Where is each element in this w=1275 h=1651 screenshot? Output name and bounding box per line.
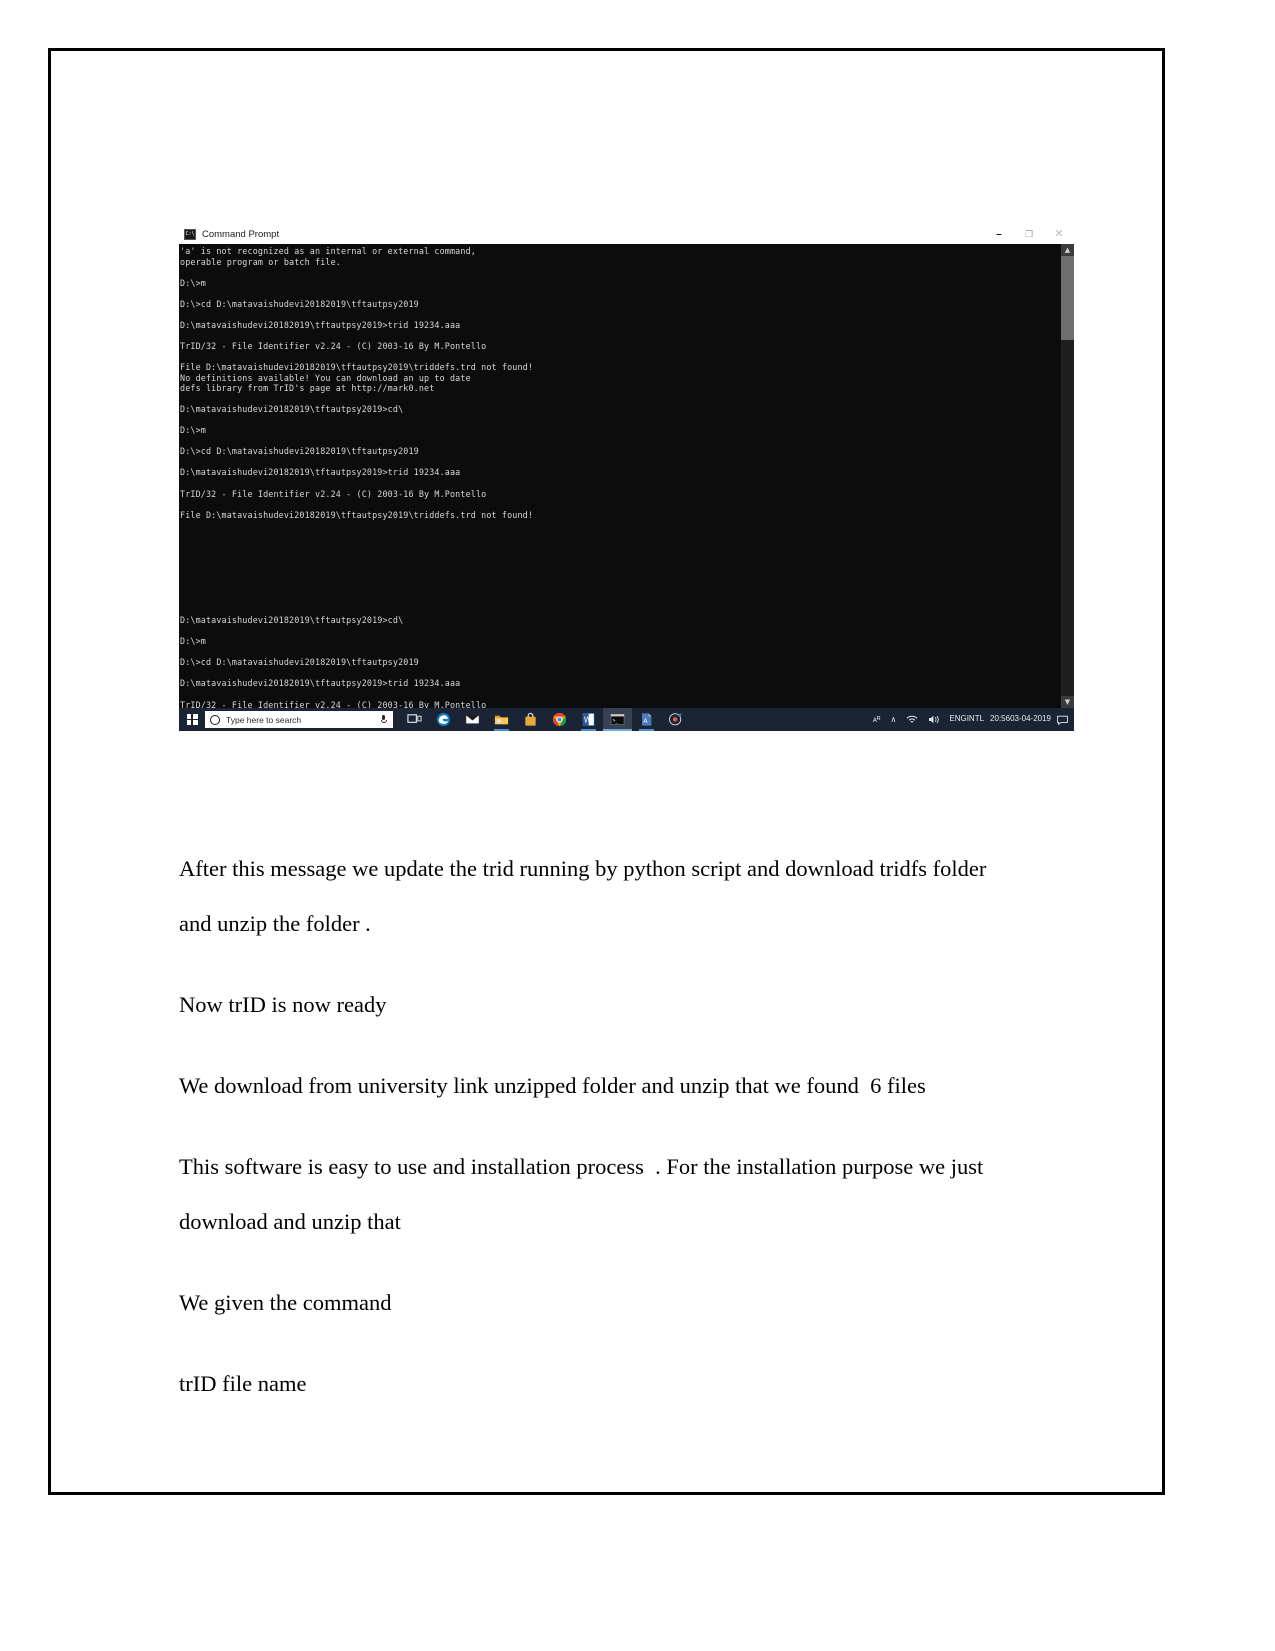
paragraph: Now trID is now ready — [179, 992, 387, 1017]
window-controls: – ❐ ✕ — [984, 225, 1074, 244]
taskbar-item-adobe-reader[interactable]: A — [632, 708, 661, 731]
microsoft-edge-icon — [436, 712, 451, 727]
taskbar-apps: W >_ A — [400, 708, 690, 731]
paragraph: We download from university link unzippe… — [179, 1073, 926, 1098]
minimize-button[interactable]: – — [984, 225, 1014, 244]
scrollbar-thumb[interactable] — [1061, 256, 1074, 340]
paragraph: We given the command — [179, 1290, 392, 1315]
microsoft-store-bag-icon — [525, 712, 536, 726]
taskbar-item-microsoft-word[interactable]: W — [574, 708, 603, 731]
wifi-icon — [907, 715, 918, 723]
system-tray: ᴀᴿ ∧ ENG INTL 20:56 03-04-2019 — [868, 708, 1074, 731]
google-chrome-icon — [552, 712, 567, 727]
taskbar-item-file-explorer[interactable] — [487, 708, 516, 731]
windows-taskbar: Type here to search W >_ A ᴀᴿ ∧ ENG INTL… — [179, 708, 1074, 731]
paint-3d-icon — [669, 713, 682, 726]
console-output-area[interactable]: 'a' is not recognized as an internal or … — [179, 244, 1074, 708]
embedded-screenshot-command-prompt: C:\ Command Prompt – ❐ ✕ 'a' is not reco… — [179, 225, 1074, 731]
adobe-reader-icon: A — [642, 713, 652, 726]
mail-envelope-icon — [465, 714, 480, 725]
network-icon[interactable] — [901, 708, 923, 731]
volume-icon[interactable] — [923, 708, 945, 731]
paragraph: This software is easy to use and install… — [179, 1154, 984, 1179]
task-view-icon — [407, 714, 422, 723]
window-titlebar: C:\ Command Prompt – ❐ ✕ — [179, 225, 1074, 244]
svg-text:W: W — [584, 715, 592, 724]
paragraph: After this message we update the trid ru… — [179, 856, 987, 881]
scroll-up-arrow-icon[interactable]: ▲ — [1061, 244, 1074, 256]
window-title: Command Prompt — [202, 229, 280, 240]
microsoft-word-icon: W — [582, 713, 595, 726]
start-button[interactable] — [179, 708, 205, 731]
taskbar-item-microsoft-edge[interactable] — [429, 708, 458, 731]
language-line-2: INTL — [966, 714, 985, 724]
clock[interactable]: 20:56 03-04-2019 — [988, 708, 1055, 731]
file-explorer-folder-icon — [494, 715, 509, 725]
language-line-1: ENG — [949, 714, 967, 724]
taskbar-item-google-chrome[interactable] — [545, 708, 574, 731]
document-text-body: After this message we update the trid ru… — [179, 841, 1079, 1411]
clock-time: 20:56 — [990, 714, 1011, 724]
search-input[interactable]: Type here to search — [205, 711, 393, 728]
action-center-icon — [1056, 715, 1068, 725]
console-scrollbar[interactable]: ▲ ▼ — [1061, 244, 1074, 708]
paragraph: download and unzip that — [179, 1209, 401, 1234]
paragraph: and unzip the folder . — [179, 911, 371, 936]
action-center-button[interactable] — [1055, 708, 1069, 731]
maximize-button[interactable]: ❐ — [1014, 225, 1044, 244]
command-prompt-icon: C:\ — [184, 229, 196, 240]
console-text: 'a' is not recognized as an internal or … — [180, 246, 534, 708]
document-page: C:\ Command Prompt – ❐ ✕ 'a' is not reco… — [48, 48, 1165, 1495]
command-prompt-taskbar-icon: >_ — [610, 714, 625, 725]
taskbar-item-mail[interactable] — [458, 708, 487, 731]
scroll-down-arrow-icon[interactable]: ▼ — [1061, 696, 1074, 708]
windows-logo-icon — [186, 714, 198, 725]
search-placeholder: Type here to search — [226, 714, 302, 725]
task-view-button[interactable] — [400, 708, 429, 731]
taskbar-item-paint-3d[interactable] — [661, 708, 690, 731]
show-hidden-icons-chevron-icon[interactable]: ∧ — [886, 708, 902, 731]
clock-date: 03-04-2019 — [1010, 714, 1051, 724]
speaker-icon — [929, 715, 940, 724]
pen-workspace-icon[interactable]: ᴀᴿ — [868, 708, 886, 731]
taskbar-item-command-prompt[interactable]: >_ — [603, 708, 632, 731]
cortana-icon[interactable] — [210, 714, 220, 725]
paragraph: trID file name — [179, 1371, 307, 1396]
svg-text:>_: >_ — [612, 718, 618, 724]
command-prompt-icon-glyph: C:\ — [185, 231, 195, 237]
language-indicator[interactable]: ENG INTL — [945, 708, 988, 731]
taskbar-item-microsoft-store[interactable] — [516, 708, 545, 731]
close-button[interactable]: ✕ — [1044, 225, 1074, 244]
microphone-icon[interactable] — [380, 714, 388, 725]
